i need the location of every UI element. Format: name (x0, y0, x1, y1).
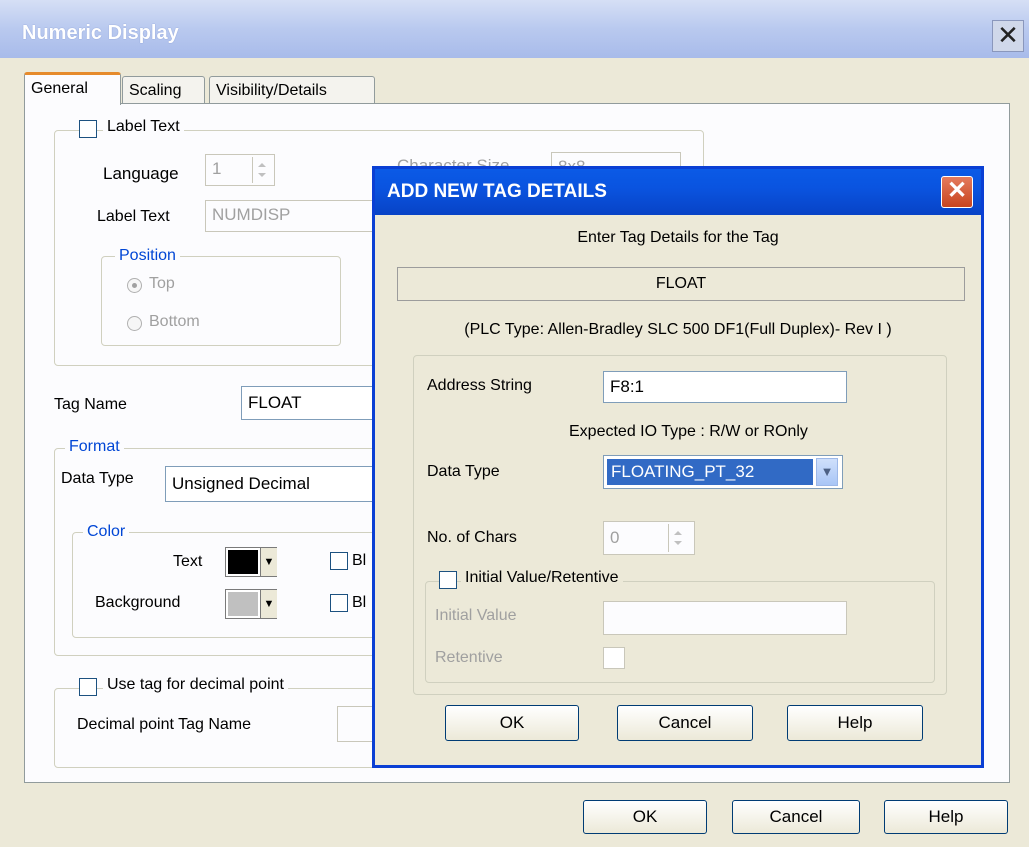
text-color-swatch (228, 550, 258, 574)
dialog-ok-button[interactable]: OK (445, 705, 579, 741)
ok-button[interactable]: OK (583, 800, 707, 834)
dialog-help-button[interactable]: Help (787, 705, 923, 741)
language-input[interactable]: 1 (205, 154, 275, 186)
tab-scaling[interactable]: Scaling (122, 76, 205, 106)
spinner-arrows-icon (258, 163, 266, 177)
data-type-value: Unsigned Decimal (172, 474, 310, 493)
background-color-dropdown[interactable]: ▼ (225, 589, 277, 619)
label-text-label: Label Text (97, 208, 170, 225)
retentive-label: Retentive (435, 649, 503, 666)
position-bottom-radio[interactable] (127, 316, 142, 331)
initial-retentive-checkbox[interactable] (439, 571, 457, 589)
background-blink-checkbox[interactable] (330, 594, 348, 612)
dialog-title-bar: ADD NEW TAG DETAILS ✕ (375, 169, 981, 215)
initial-retentive-label: Initial Value/Retentive (461, 569, 623, 587)
tag-name-label: Tag Name (54, 396, 127, 413)
background-color-label: Background (95, 594, 181, 611)
label-text-checkbox[interactable] (79, 120, 97, 138)
expected-io-type-text: Expected IO Type : R/W or ROnly (569, 423, 808, 440)
text-blink-checkbox[interactable] (330, 552, 348, 570)
dialog-prompt: Enter Tag Details for the Tag (577, 229, 779, 246)
dialog-cancel-button[interactable]: Cancel (617, 705, 753, 741)
no-of-chars-label: No. of Chars (427, 529, 517, 546)
data-type-label: Data Type (61, 470, 134, 487)
dropdown-arrow-icon: ▼ (260, 548, 277, 576)
chevron-down-icon[interactable]: ▼ (816, 458, 838, 486)
label-text-input[interactable]: NUMDISP (205, 200, 380, 232)
add-new-tag-details-dialog: ADD NEW TAG DETAILS ✕ Enter Tag Details … (372, 166, 984, 768)
background-blink-label: Bl (352, 594, 367, 611)
title-bar: Numeric Display ✕ (0, 0, 1029, 58)
dialog-tag-name: FLOAT (397, 267, 965, 301)
language-value: 1 (212, 159, 222, 178)
address-string-input[interactable]: F8:1 (603, 371, 847, 403)
color-legend: Color (83, 523, 130, 541)
dropdown-arrow-icon: ▼ (260, 590, 277, 618)
window-title: Numeric Display (22, 22, 179, 44)
format-legend: Format (65, 438, 124, 456)
background-color-swatch (228, 592, 258, 616)
dialog-close-icon[interactable]: ✕ (941, 176, 973, 208)
use-tag-decimal-label: Use tag for decimal point (103, 676, 288, 694)
initial-value-label: Initial Value (435, 607, 517, 624)
spinner-arrows-icon (674, 531, 682, 545)
cancel-button[interactable]: Cancel (732, 800, 860, 834)
position-group (101, 256, 341, 346)
tab-general[interactable]: General (24, 72, 121, 105)
language-spinner[interactable] (252, 157, 272, 183)
use-tag-decimal-checkbox[interactable] (79, 678, 97, 696)
close-icon[interactable]: ✕ (992, 20, 1024, 52)
tag-name-input[interactable]: FLOAT (241, 386, 381, 420)
dialog-data-type-value: FLOATING_PT_32 (607, 459, 813, 485)
no-of-chars-input[interactable]: 0 (603, 521, 695, 555)
help-button[interactable]: Help (884, 800, 1008, 834)
text-color-dropdown[interactable]: ▼ (225, 547, 277, 577)
address-string-label: Address String (427, 377, 532, 394)
label-text-checkbox-label: Label Text (103, 118, 184, 136)
dialog-data-type-label: Data Type (427, 463, 500, 480)
dialog-data-type-select[interactable]: FLOATING_PT_32 ▼ (603, 455, 843, 489)
position-bottom-label: Bottom (149, 313, 200, 330)
no-of-chars-value: 0 (610, 528, 620, 547)
no-of-chars-spinner[interactable] (668, 524, 688, 552)
plc-type-text: (PLC Type: Allen-Bradley SLC 500 DF1(Ful… (464, 321, 892, 338)
language-label: Language (103, 164, 179, 183)
dialog-title: ADD NEW TAG DETAILS (387, 181, 607, 202)
text-blink-label: Bl (352, 552, 367, 569)
initial-value-input[interactable] (603, 601, 847, 635)
text-color-label: Text (173, 553, 203, 570)
position-top-radio[interactable] (127, 278, 142, 293)
position-top-label: Top (149, 275, 175, 292)
data-type-select[interactable]: Unsigned Decimal (165, 466, 381, 502)
decimal-tag-name-label: Decimal point Tag Name (77, 716, 252, 733)
position-legend: Position (115, 247, 180, 265)
tab-visibility-details[interactable]: Visibility/Details (209, 76, 375, 106)
retentive-checkbox[interactable] (603, 647, 625, 669)
